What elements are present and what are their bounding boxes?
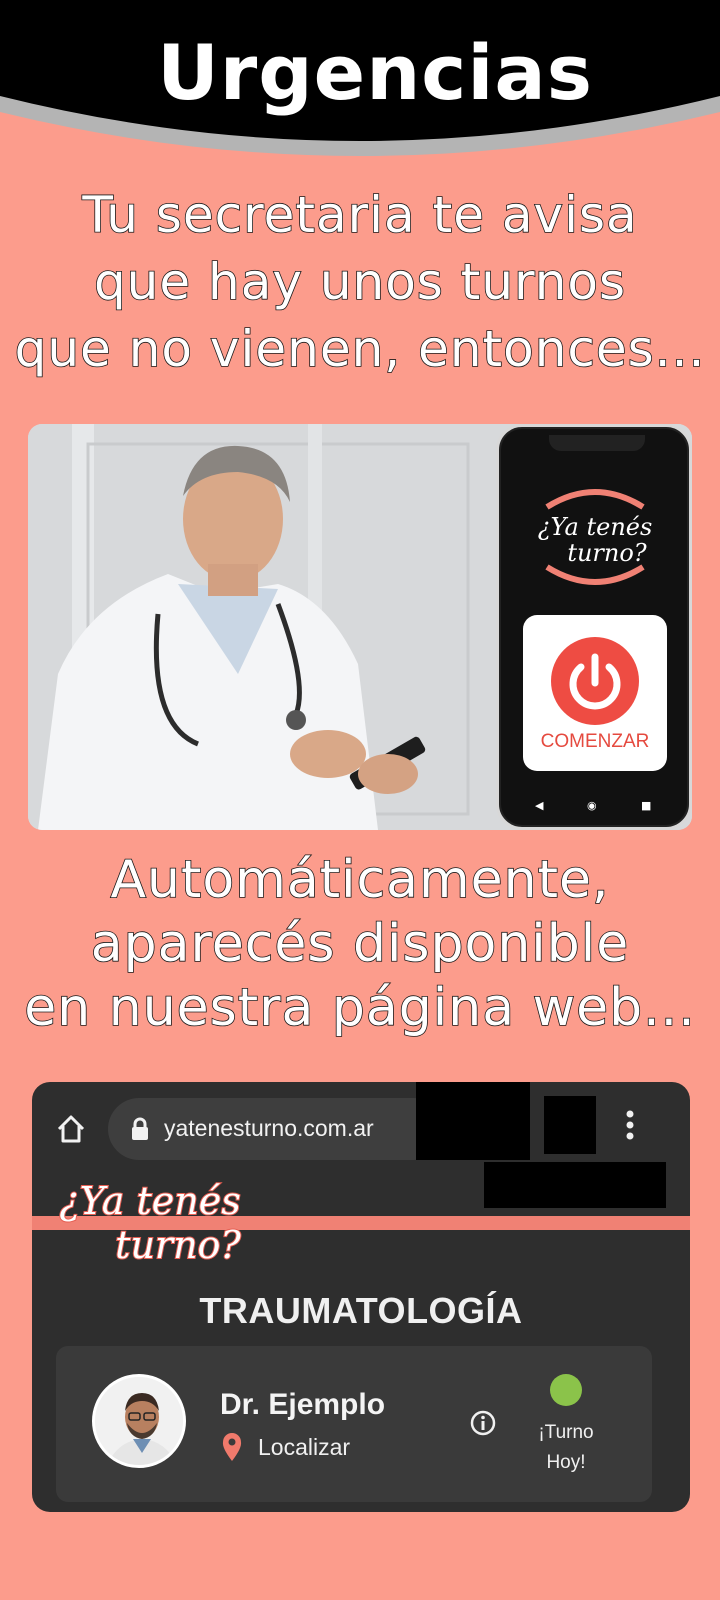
intro-text: Tu secretaria te avisa que hay unos turn… xyxy=(0,182,720,383)
outro-line: en nuestra página web... xyxy=(23,977,696,1039)
menu-icon[interactable] xyxy=(622,1108,638,1142)
outro-line: Automáticamente, xyxy=(110,849,610,911)
start-button[interactable]: COMENZAR xyxy=(523,615,667,771)
home-icon[interactable] xyxy=(54,1112,88,1146)
power-icon xyxy=(551,637,639,725)
doctor-name[interactable]: Dr. Ejemplo xyxy=(220,1388,385,1422)
doctor-card[interactable]: Dr. Ejemplo Localizar ¡Turno Hoy! xyxy=(56,1346,652,1502)
avatar xyxy=(92,1374,186,1468)
app-logo: ¿Ya tenés turno? xyxy=(538,489,653,585)
address-bar[interactable]: yatenesturno.com.ar xyxy=(108,1098,444,1160)
page-title: Urgencias xyxy=(157,28,593,117)
recents-icon[interactable]: ■ xyxy=(641,799,651,812)
start-label: COMENZAR xyxy=(540,731,650,752)
site-logo-line2: turno? xyxy=(115,1223,241,1267)
redacted-block xyxy=(416,1082,530,1160)
intro-line: que no vienen, entonces... xyxy=(14,319,706,379)
redacted-block xyxy=(484,1162,666,1208)
status-line: ¡Turno xyxy=(538,1422,594,1443)
phone-logo-line1: ¿Ya tenés xyxy=(538,513,653,541)
phone-nav-bar: ◀ ◉ ■ xyxy=(499,799,689,819)
outro-text: Automáticamente, aparecés disponible en … xyxy=(0,848,720,1040)
availability-status: ¡Turno Hoy! xyxy=(516,1418,616,1478)
header-banner: Urgencias xyxy=(0,0,720,170)
phone-logo-line2: turno? xyxy=(567,539,646,567)
redacted-block xyxy=(544,1096,596,1154)
availability-dot xyxy=(550,1374,582,1406)
phone-notch xyxy=(549,435,645,451)
lock-icon xyxy=(132,1117,148,1140)
home-nav-icon[interactable]: ◉ xyxy=(587,799,597,812)
url-text: yatenesturno.com.ar xyxy=(164,1115,374,1141)
specialty-title: TRAUMATOLOGÍA xyxy=(199,1290,523,1331)
back-icon[interactable]: ◀ xyxy=(535,799,543,812)
outro-line: aparecés disponible xyxy=(90,913,630,975)
pin-icon[interactable] xyxy=(222,1432,242,1462)
intro-line: que hay unos turnos xyxy=(93,252,627,312)
intro-line: Tu secretaria te avisa xyxy=(82,185,638,245)
locate-link[interactable]: Localizar xyxy=(258,1434,350,1461)
status-line: Hoy! xyxy=(546,1452,586,1473)
site-logo-line1: ¿Ya tenés xyxy=(59,1179,240,1223)
browser-window: yatenesturno.com.ar ¿Ya tenés turno? TRA… xyxy=(32,1082,690,1512)
site-logo[interactable]: ¿Ya tenés turno? xyxy=(50,1172,280,1272)
phone-mockup: ¿Ya tenés turno? COMENZAR ◀ ◉ ■ xyxy=(496,424,692,830)
info-icon[interactable] xyxy=(470,1410,496,1436)
